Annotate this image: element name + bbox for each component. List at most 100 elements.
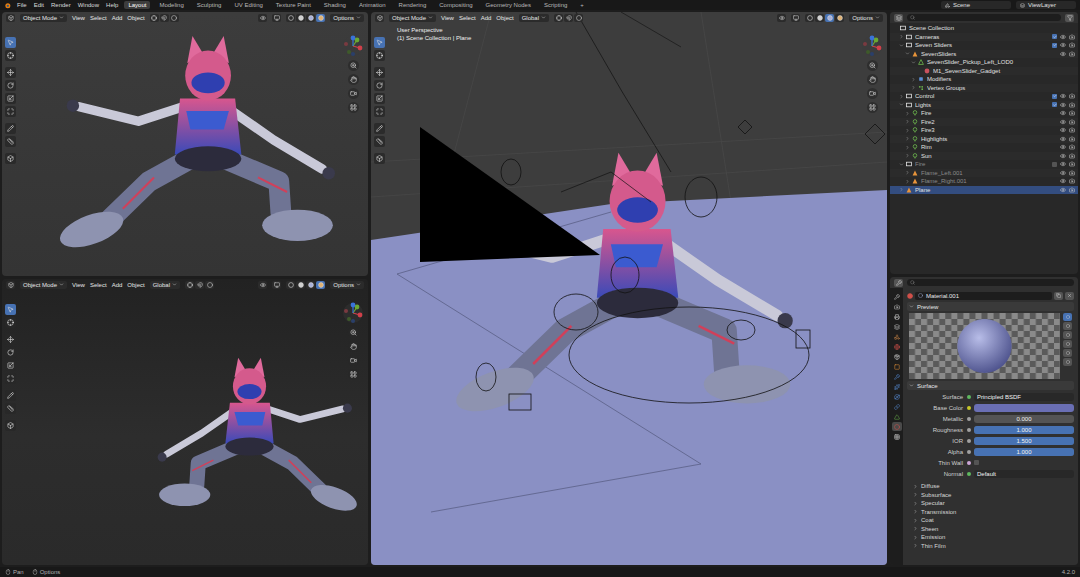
properties-tab[interactable]	[892, 322, 902, 331]
outliner-search[interactable]	[907, 14, 1061, 21]
3d-viewport[interactable]: Object ModeViewSelectAddObjectGlobalOpti…	[2, 279, 368, 565]
camera-icon[interactable]	[1069, 153, 1075, 159]
shading-button[interactable]	[296, 14, 305, 22]
slider-field[interactable]: 0.000	[974, 415, 1074, 423]
workspace-tab[interactable]: Geometry Nodes	[482, 1, 535, 9]
properties-tab[interactable]	[892, 312, 902, 321]
shading-button[interactable]	[825, 14, 834, 22]
expand-toggle[interactable]	[905, 119, 910, 124]
outliner-row[interactable]: Flame_Left.001	[890, 169, 1078, 178]
tool-button[interactable]	[374, 106, 385, 117]
view-layer-selector[interactable]: ViewLayer	[1016, 1, 1076, 9]
material-name-field[interactable]: Material.001	[915, 292, 1052, 300]
expand-toggle[interactable]	[899, 34, 904, 39]
outliner-row[interactable]: Lights	[890, 101, 1078, 110]
eye-icon[interactable]	[1060, 102, 1066, 108]
expand-toggle[interactable]	[899, 94, 904, 99]
camera-icon[interactable]	[1069, 178, 1075, 184]
workspace-tab[interactable]: Rendering	[395, 1, 431, 9]
outliner-row[interactable]: SevenSlider_Pickup_Left_LOD0	[890, 58, 1078, 67]
tool-button[interactable]	[374, 37, 385, 48]
camera-icon[interactable]	[1069, 187, 1075, 193]
tool-button[interactable]	[5, 390, 16, 401]
camera-icon[interactable]	[1069, 170, 1075, 176]
filter-button[interactable]	[1065, 14, 1074, 22]
menu-item[interactable]: Help	[105, 0, 119, 10]
camera-icon[interactable]	[1069, 93, 1075, 99]
dropdown-field[interactable]: Principled BSDF	[974, 393, 1074, 401]
header-menu[interactable]: View	[441, 15, 454, 21]
header-menu[interactable]: Add	[112, 282, 123, 288]
zoom-button[interactable]	[348, 327, 359, 338]
eye-icon[interactable]	[1060, 153, 1066, 159]
navigation-gizmo-icon[interactable]	[861, 35, 883, 57]
expand-toggle[interactable]	[905, 111, 910, 116]
workspace-tab[interactable]: Compositing	[435, 1, 476, 9]
exclude-checkbox[interactable]	[1052, 94, 1057, 99]
properties-tab[interactable]	[892, 402, 902, 411]
outliner-row[interactable]: Rim	[890, 143, 1078, 152]
proportional-button[interactable]	[205, 281, 214, 289]
tool-button[interactable]	[374, 80, 385, 91]
shading-button[interactable]	[835, 14, 844, 22]
eye-icon[interactable]	[1060, 93, 1066, 99]
options-button[interactable]: Options	[330, 14, 364, 22]
header-menu[interactable]: Select	[90, 15, 107, 21]
exclude-checkbox[interactable]	[1052, 34, 1057, 39]
preview-type-button[interactable]	[1063, 322, 1072, 330]
expand-toggle[interactable]	[905, 136, 910, 141]
header-menu[interactable]: View	[72, 15, 85, 21]
ortho-button[interactable]	[867, 102, 878, 113]
scene-selector[interactable]: Scene	[941, 1, 1011, 9]
tool-button[interactable]	[5, 106, 16, 117]
area-light[interactable]	[420, 127, 600, 262]
socket-dot[interactable]	[967, 428, 971, 432]
header-menu[interactable]: Object	[496, 15, 513, 21]
outliner-row[interactable]: SevenSliders	[890, 50, 1078, 59]
tool-button[interactable]	[5, 67, 16, 78]
tool-button[interactable]	[5, 153, 16, 164]
editor-type-button[interactable]	[6, 14, 15, 22]
slider-field[interactable]: 1.500	[974, 437, 1074, 445]
eye-icon[interactable]	[1060, 34, 1066, 40]
checkbox[interactable]	[974, 460, 979, 465]
visibility-button[interactable]	[258, 281, 267, 289]
properties-tab[interactable]	[892, 362, 902, 371]
eye-icon[interactable]	[1060, 144, 1066, 150]
socket-dot[interactable]	[967, 406, 971, 410]
snap-button[interactable]	[160, 14, 169, 22]
snap-button[interactable]	[195, 281, 204, 289]
camera-icon[interactable]	[1069, 127, 1075, 133]
workspace-tab[interactable]: Modeling	[155, 1, 187, 9]
header-menu[interactable]: View	[72, 282, 85, 288]
model-render[interactable]	[50, 20, 362, 260]
tool-button[interactable]	[5, 50, 16, 61]
camera-icon[interactable]	[1069, 102, 1075, 108]
eye-icon[interactable]	[1060, 178, 1066, 184]
visibility-button[interactable]	[777, 14, 786, 22]
preview-type-button[interactable]	[1063, 313, 1072, 321]
shading-button[interactable]	[815, 14, 824, 22]
outliner-row[interactable]: Highlights	[890, 135, 1078, 144]
camera-icon[interactable]	[1069, 51, 1075, 57]
tool-button[interactable]	[5, 347, 16, 358]
section-header[interactable]: Preview	[907, 302, 1074, 311]
duplicate-button[interactable]	[1054, 292, 1063, 300]
socket-dot[interactable]	[967, 417, 971, 421]
preview-type-button[interactable]	[1063, 340, 1072, 348]
outliner-row[interactable]: Scene Collection	[890, 24, 1078, 33]
workspace-tab[interactable]: Animation	[355, 1, 390, 9]
camera-icon[interactable]	[1069, 144, 1075, 150]
expand-toggle[interactable]	[905, 51, 910, 56]
slider-field[interactable]: 1.000	[974, 448, 1074, 456]
mode-dropdown[interactable]: Object Mode	[20, 14, 67, 22]
shading-button[interactable]	[306, 14, 315, 22]
shading-button[interactable]	[805, 14, 814, 22]
visibility-button[interactable]	[258, 14, 267, 22]
properties-tab[interactable]	[892, 422, 902, 431]
expand-toggle[interactable]	[905, 179, 910, 184]
tool-button[interactable]	[374, 153, 385, 164]
eye-icon[interactable]	[1060, 161, 1066, 167]
proportional-button[interactable]	[170, 14, 179, 22]
dropdown-field[interactable]: Default	[974, 470, 1074, 478]
